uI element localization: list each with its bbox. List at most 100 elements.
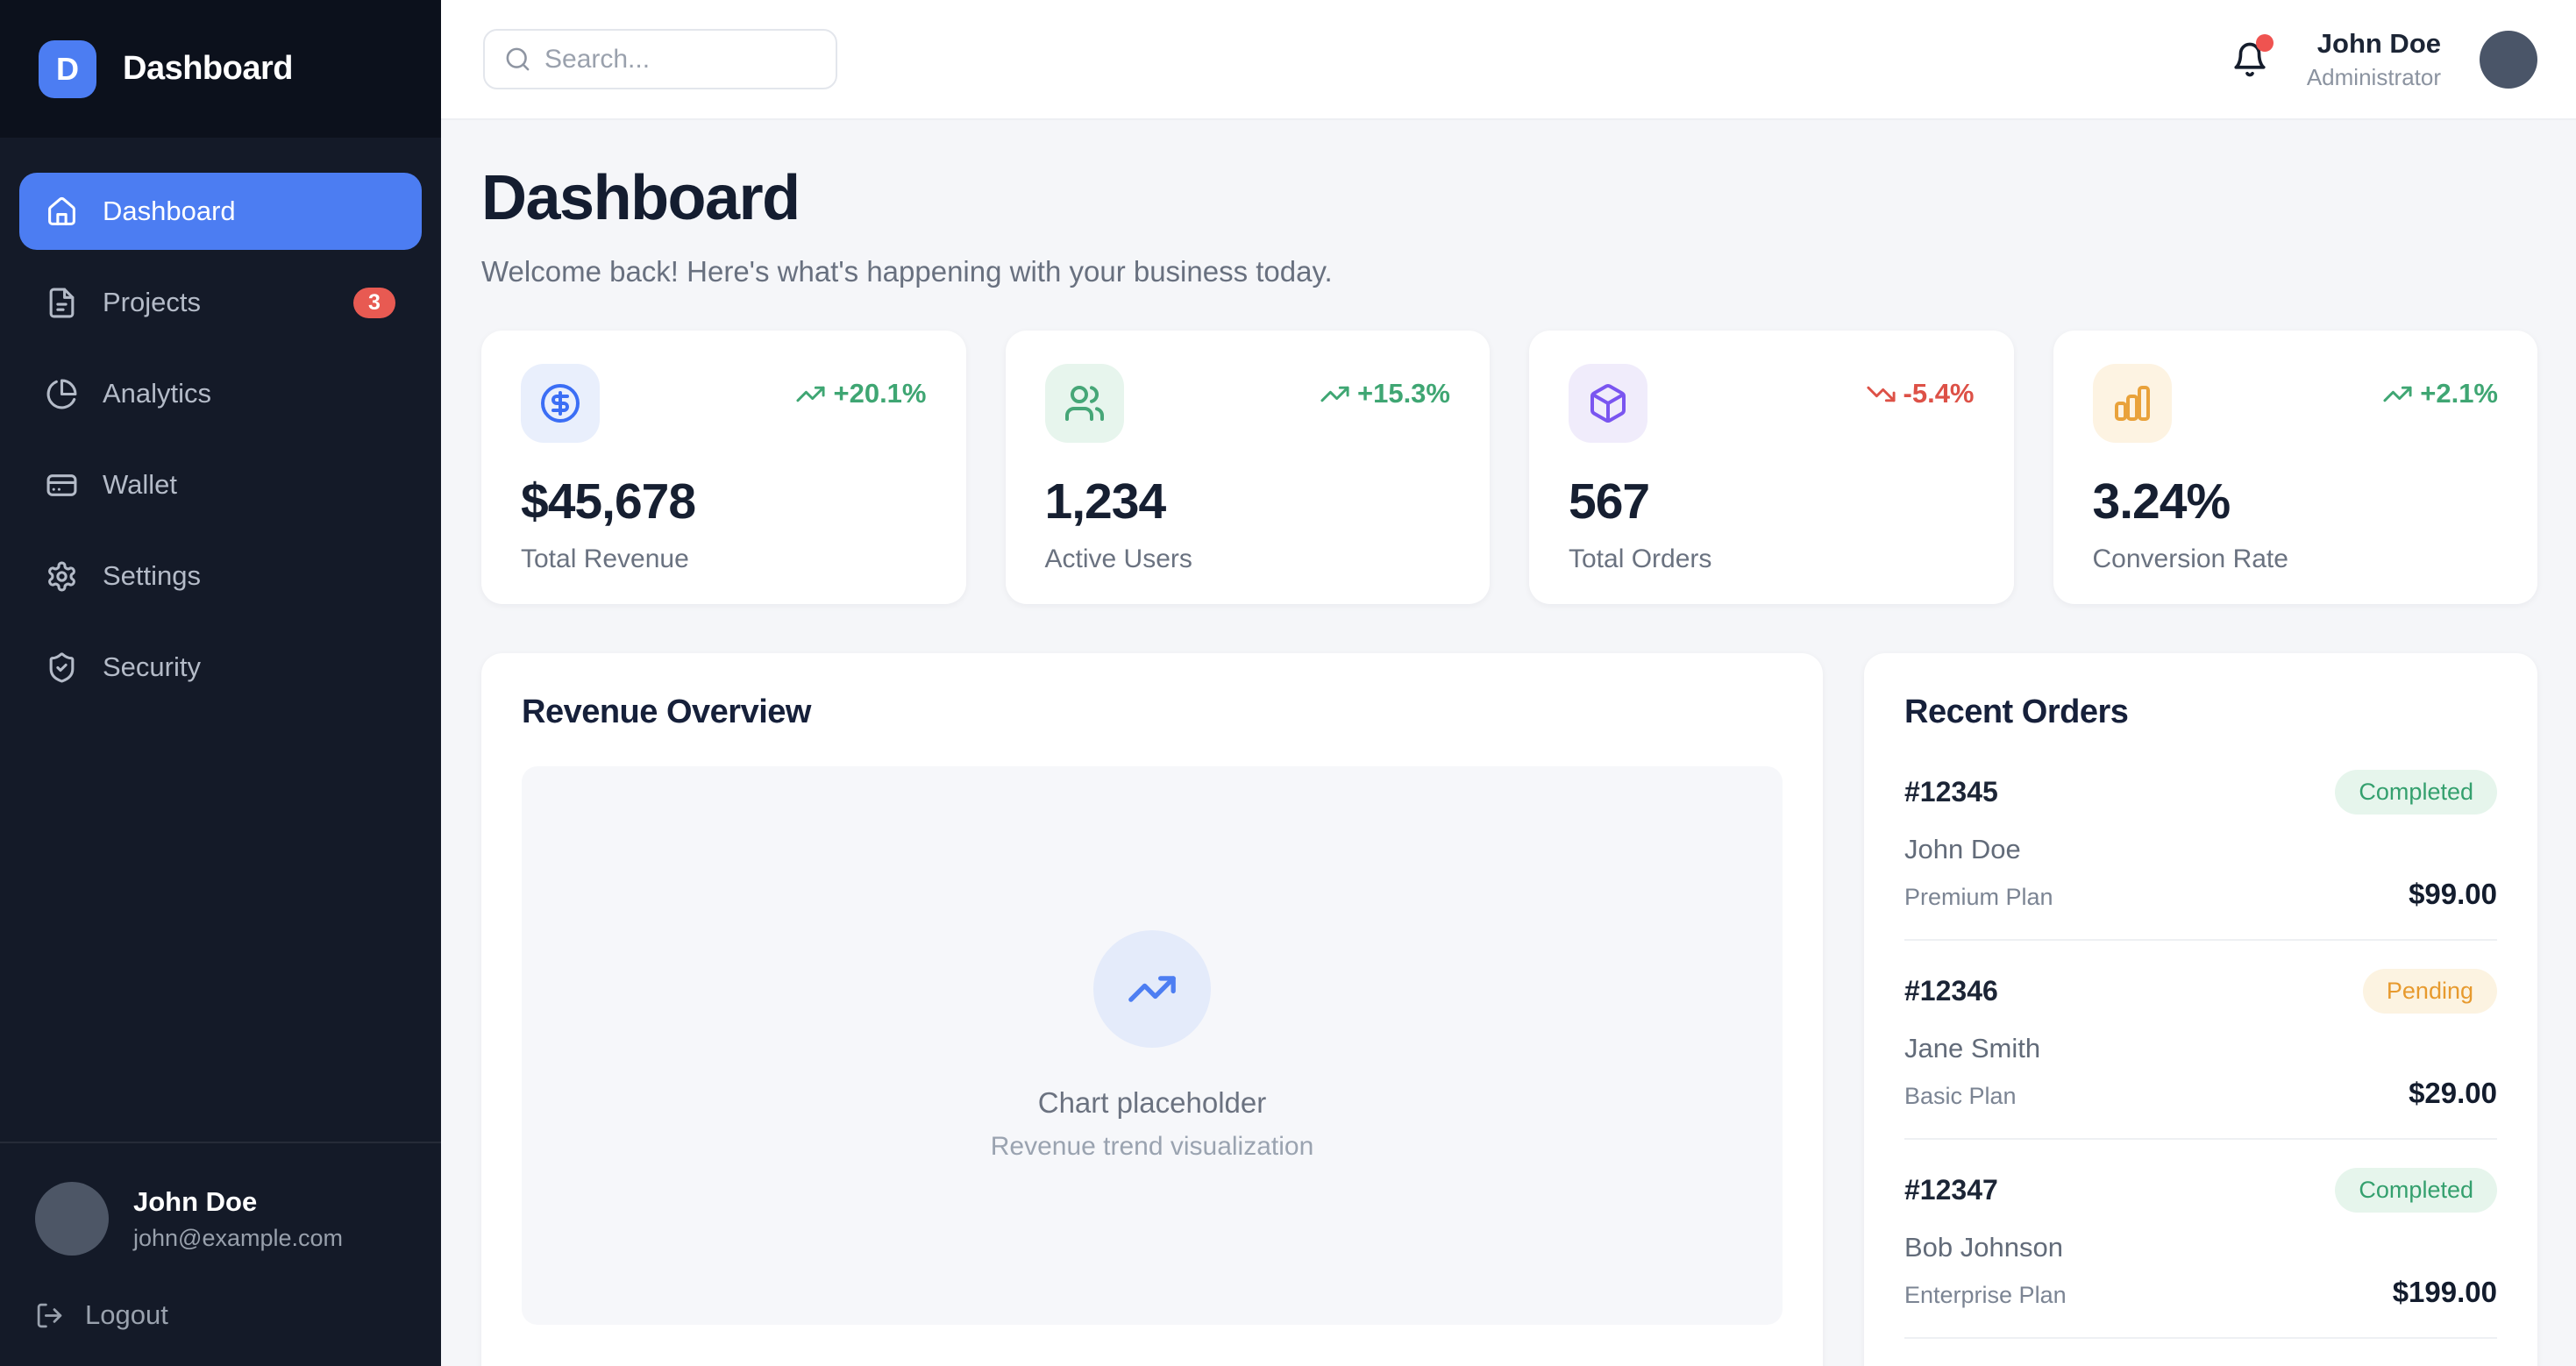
- trend-value: -5.4%: [1904, 378, 1975, 409]
- stat-card: +15.3% 1,234 Active Users: [1006, 331, 1491, 604]
- order-customer: Bob Johnson: [1904, 1232, 2497, 1263]
- search-input[interactable]: [483, 29, 837, 89]
- stat-value: 1,234: [1045, 473, 1451, 530]
- order-row-top: #12347 Completed: [1904, 1168, 2497, 1213]
- shield-check-icon: [46, 651, 78, 684]
- notification-dot: [2256, 34, 2274, 52]
- header-user-role: Administrator: [2307, 64, 2441, 91]
- avatar[interactable]: [2480, 31, 2537, 89]
- header-user-name: John Doe: [2307, 28, 2441, 60]
- stat-icon-box: [1045, 364, 1124, 443]
- sidebar-item-label: Projects: [103, 287, 353, 318]
- order-row-bottom: Enterprise Plan $199.00: [1904, 1276, 2497, 1309]
- app-root: D Dashboard Dashboard Projects 3: [0, 0, 2576, 1366]
- order-amount: $199.00: [2393, 1276, 2497, 1309]
- app-logo[interactable]: D Dashboard: [0, 0, 441, 138]
- stat-label: Total Orders: [1569, 544, 1975, 574]
- sidebar-spacer: [0, 720, 441, 1142]
- chart-placeholder-area: Chart placeholder Revenue trend visualiz…: [522, 766, 1783, 1325]
- order-row: #12346 Pending Jane Smith Basic Plan $29…: [1904, 969, 2497, 1140]
- order-row-top: #12346 Pending: [1904, 969, 2497, 1014]
- sidebar-item[interactable]: Settings: [19, 537, 422, 615]
- users-icon: [1064, 382, 1106, 424]
- notifications-button[interactable]: [2231, 41, 2268, 78]
- header-actions: John Doe Administrator: [2231, 28, 2537, 91]
- stat-label: Total Revenue: [521, 544, 927, 574]
- stat-icon-box: [2093, 364, 2172, 443]
- trending-up-icon: [795, 379, 826, 409]
- trending-up-icon: [2382, 379, 2413, 409]
- user-name: John Doe: [133, 1186, 343, 1218]
- sidebar-nav: Dashboard Projects 3 Analytics: [0, 138, 441, 720]
- order-customer: Jane Smith: [1904, 1033, 2497, 1064]
- order-row: #12345 Completed John Doe Premium Plan $…: [1904, 770, 2497, 941]
- logo-mark: D: [39, 40, 96, 98]
- search-icon: [504, 46, 531, 73]
- pie-chart-icon: [46, 378, 78, 410]
- sidebar-footer: John Doe john@example.com Logout: [0, 1142, 441, 1366]
- logout-label: Logout: [85, 1299, 168, 1331]
- stat-card: -5.4% 567 Total Orders: [1529, 331, 2014, 604]
- sidebar-item-label: Analytics: [103, 378, 395, 409]
- trending-down-icon: [1866, 379, 1896, 409]
- bar-chart-icon: [2111, 382, 2153, 424]
- order-plan: Basic Plan: [1904, 1083, 2017, 1110]
- sidebar-item[interactable]: Security: [19, 629, 422, 706]
- sidebar-item-label: Dashboard: [103, 196, 395, 227]
- credit-card-icon: [46, 469, 78, 502]
- order-amount: $99.00: [2409, 878, 2497, 911]
- order-row-top: #12345 Completed: [1904, 770, 2497, 815]
- sidebar-item[interactable]: Dashboard: [19, 173, 422, 250]
- stat-icon-box: [1569, 364, 1647, 443]
- header-user-info: John Doe Administrator: [2307, 28, 2441, 91]
- page-subtitle: Welcome back! Here's what's happening wi…: [481, 255, 2537, 288]
- stat-label: Conversion Rate: [2093, 544, 2499, 574]
- order-id: #12345: [1904, 776, 1998, 808]
- trend-indicator: -5.4%: [1866, 378, 1975, 409]
- stat-label: Active Users: [1045, 544, 1451, 574]
- sidebar: D Dashboard Dashboard Projects 3: [0, 0, 441, 1366]
- sidebar-item-label: Settings: [103, 560, 395, 592]
- order-id: #12346: [1904, 975, 1998, 1007]
- stat-card-top: +2.1%: [2093, 364, 2499, 443]
- sidebar-user: John Doe john@example.com: [35, 1182, 406, 1256]
- package-icon: [1587, 382, 1629, 424]
- main-content: Dashboard Welcome back! Here's what's ha…: [441, 120, 2576, 1366]
- app-title: Dashboard: [123, 50, 293, 88]
- status-badge: Completed: [2335, 770, 2497, 815]
- search-box: [483, 29, 837, 89]
- order-customer: John Doe: [1904, 834, 2497, 865]
- trending-up-icon: [1320, 379, 1350, 409]
- trend-indicator: +20.1%: [795, 378, 926, 409]
- trend-indicator: +2.1%: [2382, 378, 2498, 409]
- stat-card-top: +15.3%: [1045, 364, 1451, 443]
- panel-title: Revenue Overview: [522, 694, 1783, 731]
- status-badge: Completed: [2335, 1168, 2497, 1213]
- sidebar-item[interactable]: Analytics: [19, 355, 422, 432]
- stats-grid: +20.1% $45,678 Total Revenue: [481, 331, 2537, 604]
- user-email: john@example.com: [133, 1225, 343, 1252]
- stat-card-top: -5.4%: [1569, 364, 1975, 443]
- notification-count-badge: 3: [353, 288, 395, 318]
- chart-placeholder-subtitle: Revenue trend visualization: [991, 1132, 1314, 1162]
- sidebar-item[interactable]: Projects 3: [19, 264, 422, 341]
- logout-button[interactable]: Logout: [35, 1299, 406, 1331]
- stat-card: +2.1% 3.24% Conversion Rate: [2053, 331, 2538, 604]
- trend-value: +2.1%: [2420, 378, 2498, 409]
- chart-placeholder-title: Chart placeholder: [1038, 1086, 1267, 1120]
- sidebar-item-label: Wallet: [103, 469, 395, 501]
- gear-icon: [46, 560, 78, 593]
- page-title: Dashboard: [481, 162, 2537, 234]
- order-amount: $29.00: [2409, 1077, 2497, 1110]
- divider: [1904, 1138, 2497, 1140]
- sidebar-item[interactable]: Wallet: [19, 446, 422, 523]
- order-row-bottom: Premium Plan $99.00: [1904, 878, 2497, 911]
- revenue-overview-panel: Revenue Overview Chart placeholder Reven…: [481, 653, 1823, 1366]
- divider: [1904, 1337, 2497, 1339]
- stat-value: 567: [1569, 473, 1975, 530]
- divider: [1904, 939, 2497, 941]
- logout-icon: [35, 1301, 64, 1330]
- stat-value: 3.24%: [2093, 473, 2499, 530]
- sidebar-item-label: Security: [103, 651, 395, 683]
- dollar-circle-icon: [539, 382, 581, 424]
